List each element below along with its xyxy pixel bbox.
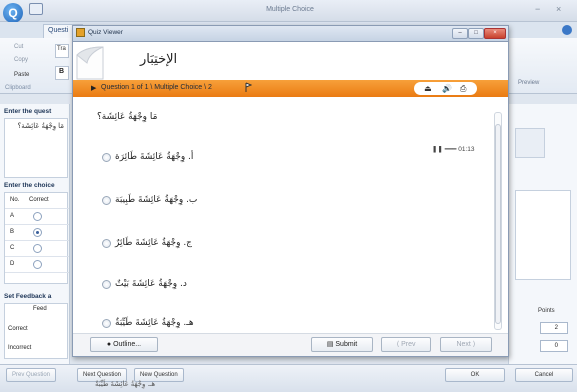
- copy-button[interactable]: Copy: [14, 57, 28, 63]
- paste-button[interactable]: Paste: [14, 72, 29, 78]
- quiz-heading: الإختِبَار: [140, 52, 178, 67]
- outline-label: Outline...: [113, 341, 142, 348]
- minimize-icon[interactable]: −: [535, 4, 540, 14]
- choice-text: ب. وِجْهَةُ عَائِشَةَ طَبِيبَة: [115, 195, 198, 205]
- enter-question-label: Enter the quest: [4, 108, 52, 115]
- row-label: C: [10, 245, 15, 251]
- correct-radio[interactable]: [33, 212, 42, 221]
- choice-option-c[interactable]: ج. وِجْهَةُ عَائِشَةَ طَائِرٌ: [102, 238, 192, 248]
- question-editor[interactable]: مَا وِجْهَةُ عَائِشَة؟: [4, 118, 68, 178]
- outline-icon: ●: [106, 341, 112, 348]
- choice-option-b[interactable]: ب. وِجْهَةُ عَائِشَةَ طَبِيبَة: [102, 195, 197, 205]
- choice-text: د. وِجْهَةُ عَائِشَةَ بَيْتٌ: [115, 279, 187, 289]
- save-icon[interactable]: [29, 3, 43, 15]
- page-curl-icon: [76, 46, 104, 80]
- background-choice-peek: هـ. وِجْهَةُ عَائِشَةَ طَيِّبَةٌ: [95, 381, 156, 388]
- cut-button[interactable]: Cut: [14, 44, 23, 50]
- media-thumbnail[interactable]: [515, 128, 545, 158]
- ok-button[interactable]: OK: [445, 368, 505, 382]
- print-icon[interactable]: ⎙: [460, 84, 466, 94]
- correct-radio[interactable]: [33, 260, 42, 269]
- row-label: D: [10, 261, 15, 267]
- choices-grid: No. Correct A B C D: [4, 192, 69, 284]
- row-label: A: [10, 213, 15, 219]
- choice-text: ج. وِجْهَةُ عَائِشَةَ طَائِرٌ: [115, 238, 192, 248]
- viewer-title: Quiz Viewer: [88, 29, 123, 36]
- app-logo[interactable]: Q: [3, 3, 23, 23]
- sound-icon[interactable]: 🔊: [442, 84, 452, 93]
- choice-option-e[interactable]: هـ. وِجْهَةُ عَائِشَةَ طَيِّبَةٌ: [102, 318, 194, 328]
- clipboard-group-label: Clipboard: [5, 85, 31, 91]
- choice-text: أ. وِجْهَةُ عَائِشَةَ طَائِرَة: [115, 152, 194, 162]
- maximize-icon[interactable]: □: [468, 28, 484, 39]
- bold-button[interactable]: B: [55, 66, 69, 80]
- prev-button[interactable]: ⟨ Prev: [381, 337, 431, 352]
- choice-row-b[interactable]: B: [5, 225, 69, 241]
- enter-choices-label: Enter the choice: [4, 182, 55, 189]
- choice-option-a[interactable]: أ. وِجْهَةُ عَائِشَةَ طَائِرَة: [102, 152, 193, 162]
- choice-radio[interactable]: [102, 238, 111, 248]
- no-column-header: No.: [10, 197, 20, 203]
- timer-value: 01:13: [458, 146, 475, 153]
- outline-button[interactable]: ● Outline...: [90, 337, 158, 352]
- points-correct-stepper[interactable]: 2: [540, 322, 568, 334]
- question-content: [73, 97, 508, 333]
- choice-radio[interactable]: [102, 279, 111, 289]
- feedback-incorrect-label: Incorrect: [8, 345, 32, 351]
- choice-radio[interactable]: [102, 152, 111, 162]
- close-icon[interactable]: ×: [484, 28, 506, 39]
- next-button[interactable]: Next ⟩: [440, 337, 492, 352]
- choice-option-d[interactable]: د. وِجْهَةُ عَائِشَةَ بَيْتٌ: [102, 279, 187, 289]
- question-counter: Question 1 of 1 \ Multiple Choice \ 2: [101, 84, 212, 91]
- choice-radio[interactable]: [102, 318, 111, 328]
- choice-row-a[interactable]: A: [5, 209, 69, 225]
- choice-radio[interactable]: [102, 195, 111, 205]
- feedback-label: Set Feedback a: [4, 293, 52, 300]
- choice-text: هـ. وِجْهَةُ عَائِشَةَ طَيِّبَةٌ: [115, 318, 194, 328]
- correct-radio[interactable]: [33, 244, 42, 253]
- correct-column-header: Correct: [29, 197, 49, 203]
- question-text: مَا وِجْهَةُ عَائِشَة؟: [97, 112, 158, 122]
- feedback-correct-label: Correct: [8, 326, 28, 332]
- row-label: B: [10, 229, 15, 235]
- close-icon[interactable]: ×: [556, 4, 561, 14]
- arrow-right-icon: ▶: [91, 85, 97, 92]
- prev-question-button[interactable]: Prev Question: [6, 368, 57, 382]
- app-title: Multiple Choice: [266, 6, 314, 13]
- choice-row-d[interactable]: D: [5, 257, 69, 273]
- ribbon-tra-button[interactable]: Tra: [55, 44, 69, 58]
- recorder-icon[interactable]: ⏏: [424, 84, 432, 93]
- viewer-header: [73, 43, 508, 80]
- timer: ❚❚ ━━━ 01:13: [432, 146, 475, 153]
- preview-button[interactable]: Preview: [518, 80, 539, 86]
- flag-icon[interactable]: [245, 82, 252, 93]
- submit-label: Submit: [335, 341, 358, 348]
- feedback-column-header: Feed: [33, 306, 47, 312]
- correct-radio[interactable]: [33, 228, 42, 237]
- points-incorrect-stepper[interactable]: 0: [540, 340, 568, 352]
- scrollbar-thumb[interactable]: [495, 124, 501, 324]
- cancel-button[interactable]: Cancel: [515, 368, 573, 382]
- viewer-title-bar[interactable]: [72, 25, 509, 42]
- choice-row-c[interactable]: C: [5, 241, 69, 257]
- submit-icon: ▤: [326, 341, 334, 348]
- viewer-app-icon: [76, 28, 85, 37]
- right-list: [515, 190, 571, 280]
- points-label: Points: [538, 308, 555, 314]
- minimize-icon[interactable]: –: [452, 28, 468, 39]
- submit-button[interactable]: ▤ Submit: [311, 337, 373, 352]
- help-icon[interactable]: [562, 25, 572, 35]
- grid-header: No. Correct: [5, 193, 69, 209]
